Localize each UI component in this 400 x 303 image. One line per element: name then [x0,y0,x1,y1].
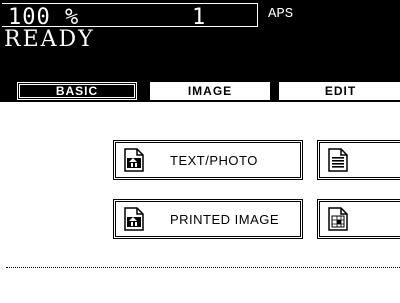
printed-image-button[interactable]: PRINTED IMAGE [113,199,303,239]
status-header: 100 % 1 APS READY [0,0,400,80]
copy-count: 1 [192,5,206,30]
text-photo-label: TEXT/PHOTO [170,153,258,168]
map-mode-button[interactable] [317,199,400,239]
map-document-icon [328,207,348,231]
text-photo-button[interactable]: TEXT/PHOTO [113,140,303,180]
printed-image-label: PRINTED IMAGE [170,212,280,227]
tab-basic[interactable]: BASIC [17,82,137,100]
text-document-icon [328,148,348,172]
tab-image[interactable]: IMAGE [150,82,270,100]
text-photo-icon [124,148,144,172]
tab-bar: BASIC IMAGE EDIT [0,80,400,102]
machine-status: READY [4,27,95,52]
tab-edit[interactable]: EDIT [279,82,400,100]
section-divider [6,267,400,268]
text-mode-button[interactable] [317,140,400,180]
zoom-count-frame: 100 % 1 [2,3,258,30]
paper-mode: APS [268,6,294,22]
printed-image-icon [124,207,144,231]
